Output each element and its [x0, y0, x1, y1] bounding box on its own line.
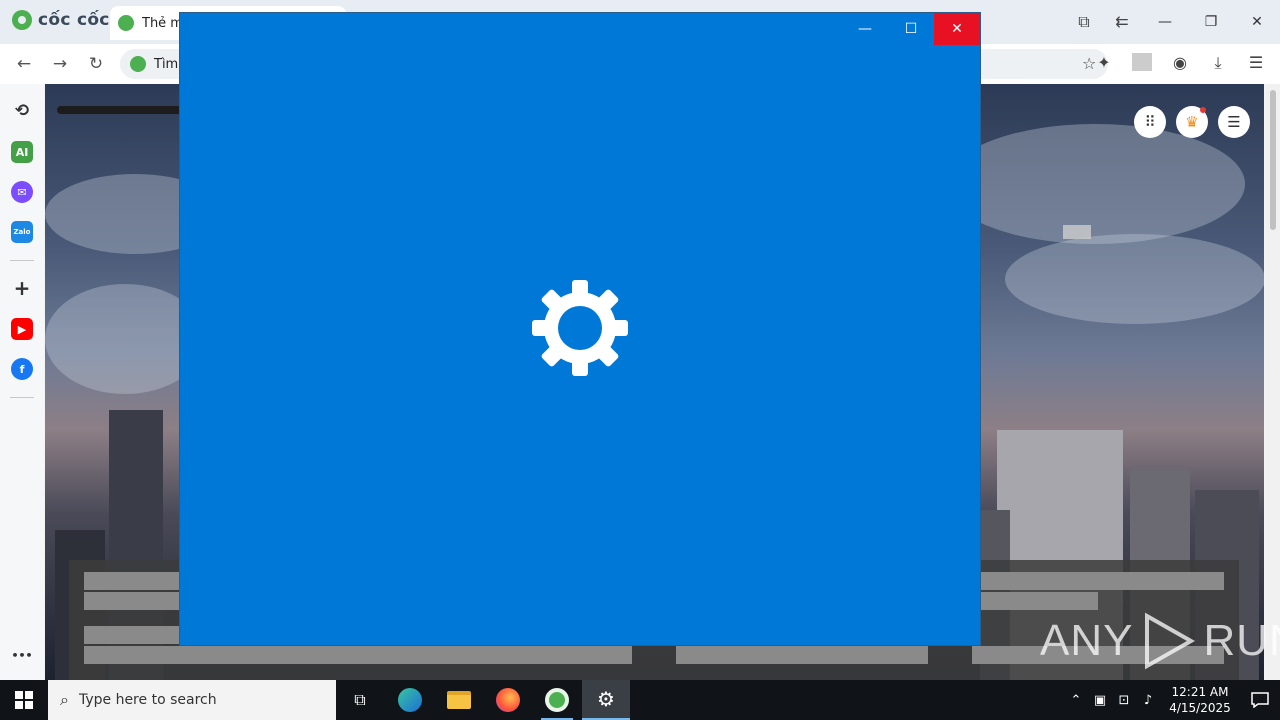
- scrollbar-thumb[interactable]: [1270, 90, 1276, 230]
- system-tray: ⌃ ▣ ⊡ ♪ 12:21 AM 4/15/2025: [1064, 680, 1280, 720]
- crown-icon[interactable]: ♛: [1176, 106, 1208, 138]
- close-button[interactable]: ✕: [1234, 0, 1280, 44]
- cloud: [945, 124, 1245, 244]
- download-icon[interactable]: ⤓: [1208, 53, 1228, 73]
- settings-maximize-button[interactable]: ☐: [888, 13, 934, 45]
- sidebar-divider: [10, 397, 34, 398]
- customize-icon[interactable]: ☰: [1218, 106, 1250, 138]
- coccoc-logo-icon: [12, 10, 32, 30]
- clock-date: 4/15/2025: [1169, 701, 1231, 715]
- edge-icon[interactable]: [386, 680, 434, 720]
- watermark-text-left: ANY: [1040, 616, 1134, 665]
- watermark-text-right: RUN: [1203, 616, 1280, 665]
- taskbar-clock[interactable]: 12:21 AM 4/15/2025: [1160, 684, 1240, 716]
- chevron-up-icon[interactable]: ⌃: [1064, 693, 1088, 708]
- shortcut-row: [676, 646, 928, 664]
- coccoc-taskbar-icon[interactable]: [533, 680, 581, 720]
- browser-window-controls: — ❐ ✕: [1142, 0, 1280, 44]
- profile-icon[interactable]: ◉: [1170, 53, 1190, 73]
- history-icon[interactable]: ⟲: [11, 100, 33, 122]
- browser-brand[interactable]: cốc cốc: [12, 10, 110, 30]
- reload-button[interactable]: ↻: [84, 52, 108, 76]
- screen-search-icon[interactable]: ⧉: [1074, 12, 1094, 32]
- file-explorer-icon[interactable]: [435, 680, 483, 720]
- extensions-icon[interactable]: ✦: [1094, 53, 1114, 73]
- page-scrollbar[interactable]: [1266, 84, 1280, 680]
- notification-center-icon[interactable]: [1240, 680, 1280, 720]
- menu-icon[interactable]: ☰: [1246, 53, 1266, 73]
- back-button[interactable]: ←: [12, 52, 36, 76]
- taskbar-search-box[interactable]: ⌕ Type here to search: [48, 680, 336, 720]
- toolbar-separator: [1132, 53, 1152, 71]
- brand-text: cốc cốc: [38, 10, 110, 30]
- start-button[interactable]: [0, 680, 48, 720]
- zalo-icon[interactable]: Zalo: [11, 221, 33, 243]
- browser-sidebar: ⟲ AI ✉ Zalo + ▶ f •••: [0, 84, 44, 680]
- address-text: Tìm: [154, 56, 179, 72]
- clock-time: 12:21 AM: [1171, 685, 1229, 699]
- ai-icon[interactable]: AI: [11, 141, 33, 163]
- settings-minimize-button[interactable]: —: [842, 13, 888, 45]
- network-icon[interactable]: ⊡: [1112, 693, 1136, 708]
- device-icon[interactable]: ▣: [1088, 693, 1112, 708]
- ntp-search-bar[interactable]: [57, 106, 187, 114]
- toolbar-icons: ✦ ◉ ⤓ ☰: [1094, 53, 1266, 73]
- coccoc-search-icon: [130, 56, 146, 72]
- sidebar-divider: [10, 260, 34, 261]
- anyrun-watermark: ANY RUN: [1040, 612, 1280, 670]
- firefox-icon[interactable]: [484, 680, 532, 720]
- more-icon[interactable]: •••: [11, 644, 33, 666]
- messenger-icon[interactable]: ✉: [11, 181, 33, 203]
- settings-window: — ☐ ✕: [179, 12, 981, 646]
- volume-icon[interactable]: ♪: [1136, 693, 1160, 708]
- gear-icon: [532, 280, 628, 376]
- youtube-icon[interactable]: ▶: [11, 318, 33, 340]
- apps-grid-icon[interactable]: ⠿: [1134, 106, 1166, 138]
- play-logo-icon: [1145, 612, 1196, 670]
- notification-dot: [1200, 107, 1206, 113]
- search-placeholder: Type here to search: [78, 692, 217, 708]
- restore-button[interactable]: ❐: [1188, 0, 1234, 44]
- search-icon: ⌕: [60, 690, 69, 709]
- minimize-button[interactable]: —: [1142, 0, 1188, 44]
- windows-logo-icon: [15, 691, 33, 709]
- sidebar-toggle-icon[interactable]: ⇇: [1112, 12, 1132, 32]
- facebook-icon[interactable]: f: [11, 358, 33, 380]
- photo-credit-icon[interactable]: [1063, 225, 1091, 239]
- settings-close-button[interactable]: ✕: [934, 13, 980, 45]
- cloud: [1005, 234, 1264, 324]
- settings-taskbar-icon[interactable]: ⚙: [582, 680, 630, 720]
- tab-title: Thẻ m: [142, 15, 183, 31]
- shortcut-row: [84, 646, 632, 664]
- tab-favicon-icon: [118, 15, 134, 31]
- taskbar: ⌕ Type here to search ⧉ ⚙ ⌃ ▣ ⊡ ♪ 12:21 …: [0, 680, 1280, 720]
- ntp-top-icons: ⠿ ♛ ☰: [1134, 106, 1250, 138]
- top-extra-icons: ⧉ ⇇: [1074, 12, 1132, 32]
- forward-button[interactable]: →: [48, 52, 72, 76]
- task-view-icon[interactable]: ⧉: [336, 680, 384, 720]
- add-icon[interactable]: +: [11, 276, 33, 300]
